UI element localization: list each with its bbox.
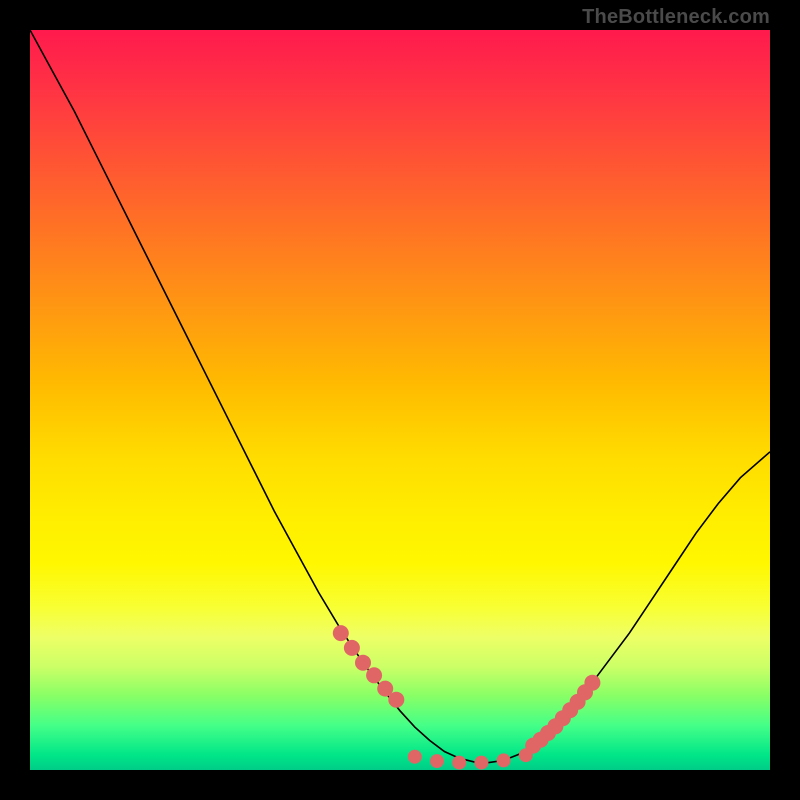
- watermark-label: TheBottleneck.com: [582, 6, 770, 29]
- chart-container: TheBottleneck.com: [0, 0, 800, 800]
- plot-area: [30, 30, 770, 770]
- gradient-background: [30, 30, 770, 770]
